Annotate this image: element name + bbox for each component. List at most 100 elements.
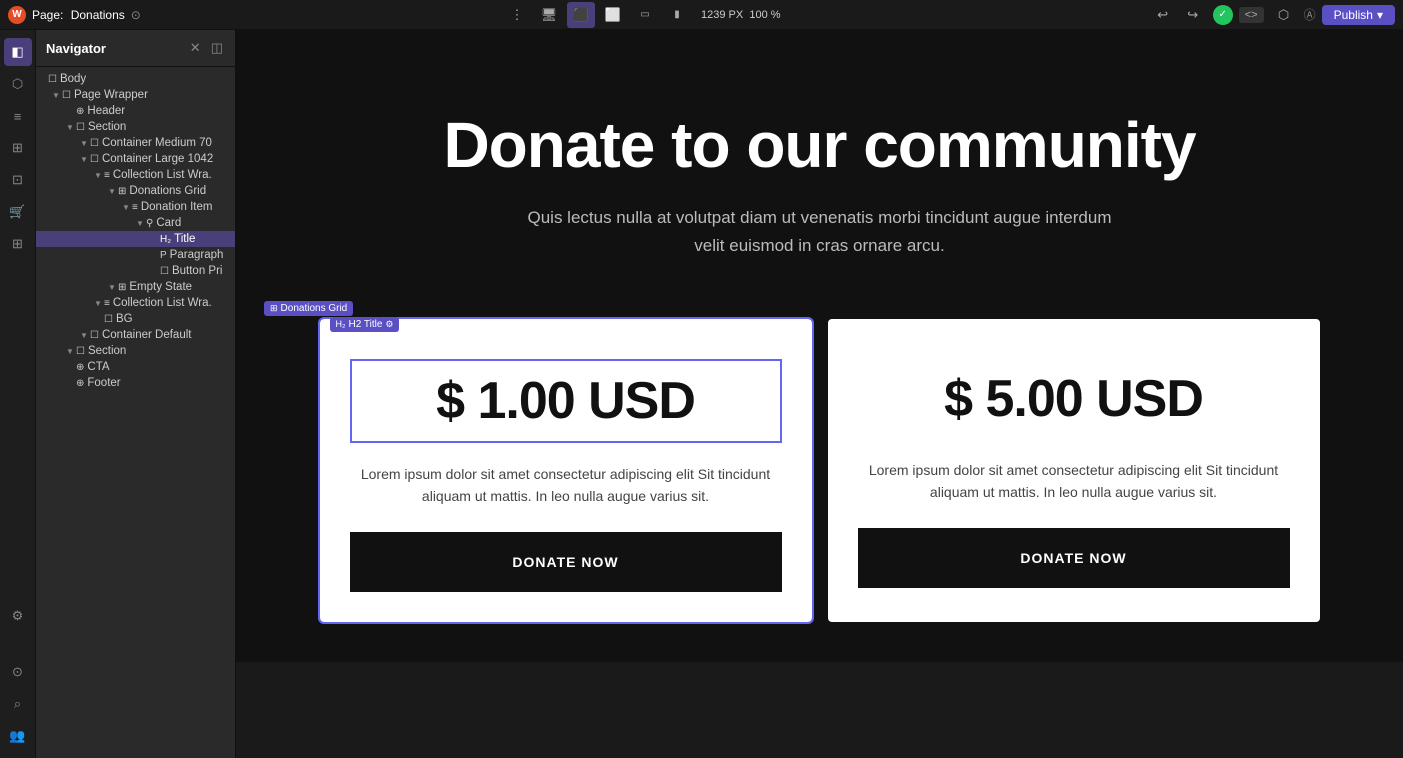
nav-arrow-container-medium: ▼ [78,139,90,148]
donations-grid-tag: ⊞ Donations Grid [264,301,353,316]
nav-icon-container-medium: ☐ [90,138,99,149]
nav-item-container-default[interactable]: ▼☐Container Default [36,327,235,343]
nav-item-donation-item[interactable]: ▼≡Donation Item [36,199,235,215]
nav-item-donations-grid[interactable]: ▼⊞Donations Grid [36,183,235,199]
card-title-tag: H₂ H2 Title ⚙ [330,317,400,332]
navigator-title: Navigator [46,41,106,56]
sidebar-icon-components[interactable]: ⬡ [4,70,32,98]
card-amount-1: $ 5.00 USD [878,369,1270,429]
donation-card-0[interactable]: H₂ H2 Title ⚙ $ 1.00 USD Lorem ipsum dol… [320,319,812,622]
nav-label-button-pri: Button Pri [172,265,231,277]
nav-icon-header: ⊕ [76,106,84,117]
nav-item-body[interactable]: ☐Body [36,71,235,87]
title-label: H2 Title [349,319,383,330]
nav-icon-container-large: ☐ [90,154,99,165]
code-toggle-button[interactable]: <> [1239,7,1264,23]
nav-icon-container-default: ☐ [90,330,99,341]
nav-item-title[interactable]: H₂Title [36,231,235,247]
nav-label-title: Title [174,233,231,245]
nav-item-page-wrapper[interactable]: ▼☐Page Wrapper [36,87,235,103]
card-description-0: Lorem ipsum dolor sit amet consectetur a… [350,463,782,508]
export-button[interactable]: ⬡ [1270,2,1298,28]
navigator-collapse-button[interactable]: ◫ [209,38,225,58]
nav-item-paragraph[interactable]: PParagraph [36,247,235,263]
hero-title: Donate to our community [276,110,1363,180]
device-tablet-h-button[interactable]: ⬜ [599,2,627,28]
nav-arrow-container-default: ▼ [78,331,90,340]
donate-button-1[interactable]: DONATE NOW [858,528,1290,588]
user-icon: Ⓐ [1304,6,1316,23]
nav-item-empty-state[interactable]: ▼⊞Empty State [36,279,235,295]
nav-icon-card: ⚲ [146,218,153,229]
nav-item-container-large[interactable]: ▼☐Container Large 1042 [36,151,235,167]
undo-button[interactable]: ↩ [1149,2,1177,28]
page-status-icon: ⊙ [131,8,141,22]
h2-icon: H₂ [336,319,346,329]
sidebar-icon-search[interactable]: ⌕ [4,690,32,718]
nav-label-paragraph: Paragraph [170,249,231,261]
nav-label-container-large: Container Large 1042 [102,153,231,165]
nav-arrow-card: ▼ [134,219,146,228]
nav-icon-title: H₂ [160,234,171,245]
nav-label-body: Body [60,73,231,85]
nav-icon-cta: ⊕ [76,362,84,373]
navigator-close-button[interactable]: ✕ [188,38,203,58]
device-desktop-large-button[interactable]: 🖥 [535,2,563,28]
device-mobile-button[interactable]: ▮ [663,2,691,28]
redo-button[interactable]: ↪ [1179,2,1207,28]
webflow-logo: W [8,6,26,24]
sidebar-icon-preview[interactable]: ⊙ [4,658,32,686]
nav-item-container-medium[interactable]: ▼☐Container Medium 70 [36,135,235,151]
nav-item-collection-list-wrap[interactable]: ▼≡Collection List Wra. [36,167,235,183]
sidebar-icon-ecommerce[interactable]: 🛒 [4,198,32,226]
sidebar-icon-settings[interactable]: ⚙ [4,602,32,630]
nav-label-collection-list-wrap: Collection List Wra. [113,169,231,181]
nav-label-container-default: Container Default [102,329,231,341]
nav-arrow-section1: ▼ [64,123,76,132]
nav-arrow-collection-list-wrap: ▼ [92,171,104,180]
main-layout: ◧ ⬡ ≡ ⊞ ⊡ 🛒 ⊞ ⚙ ⊙ ⌕ 👥 Navigator ✕ ◫ ☐Bod… [0,30,1403,758]
card-amount-wrapper-1: $ 5.00 USD [858,359,1290,439]
canvas-area[interactable]: Donate to our community Quis lectus null… [236,30,1403,758]
nav-arrow-donations-grid: ▼ [106,187,118,196]
canvas-content: Donate to our community Quis lectus null… [236,30,1403,758]
nav-item-section1[interactable]: ▼☐Section [36,119,235,135]
device-tablet-v-button[interactable]: ▭ [631,2,659,28]
nav-item-card[interactable]: ▼⚲Card [36,215,235,231]
sidebar-icon-apps[interactable]: ⊞ [4,230,32,258]
sidebar-icon-styles[interactable]: ≡ [4,102,32,130]
sidebar-icon-pages[interactable]: ⊡ [4,166,32,194]
navigator-panel: Navigator ✕ ◫ ☐Body▼☐Page Wrapper⊕Header… [36,30,236,758]
nav-label-header: Header [87,105,231,117]
px-display: 1239 PX 100 % [701,9,781,21]
nav-label-card: Card [156,217,231,229]
nav-icon-empty-state: ⊞ [118,282,126,293]
sidebar-icons: ◧ ⬡ ≡ ⊞ ⊡ 🛒 ⊞ ⚙ ⊙ ⌕ 👥 [0,30,36,758]
nav-icon-bg: ☐ [104,314,113,325]
nav-label-section1: Section [88,121,231,133]
nav-arrow-container-large: ▼ [78,155,90,164]
hero-section: Donate to our community Quis lectus null… [236,30,1403,319]
sidebar-icon-navigator[interactable]: ◧ [4,38,32,66]
nav-icon-collection-list-wrap: ≡ [104,170,110,181]
donate-button-0[interactable]: DONATE NOW [350,532,782,592]
nav-item-collection-list-wrap2[interactable]: ▼≡Collection List Wra. [36,295,235,311]
nav-item-footer[interactable]: ⊕Footer [36,375,235,391]
nav-icon-donations-grid: ⊞ [118,186,126,197]
nav-icon-section2: ☐ [76,346,85,357]
navigator-header: Navigator ✕ ◫ [36,30,235,67]
nav-item-cta[interactable]: ⊕CTA [36,359,235,375]
sidebar-icon-team[interactable]: 👥 [4,722,32,750]
donation-card-1[interactable]: $ 5.00 USD Lorem ipsum dolor sit amet co… [828,319,1320,622]
nav-item-section2[interactable]: ▼☐Section [36,343,235,359]
nav-icon-page-wrapper: ☐ [62,90,71,101]
nav-item-header[interactable]: ⊕Header [36,103,235,119]
device-desktop-button[interactable]: ⬛ [567,2,595,28]
nav-icon-footer: ⊕ [76,378,84,389]
nav-item-button-pri[interactable]: ☐Button Pri [36,263,235,279]
sidebar-icon-assets[interactable]: ⊞ [4,134,32,162]
more-options-button[interactable]: ⋮ [503,2,531,28]
nav-item-bg[interactable]: ☐BG [36,311,235,327]
publish-button[interactable]: Publish ▾ [1322,5,1395,25]
nav-icon-paragraph: P [160,250,167,261]
